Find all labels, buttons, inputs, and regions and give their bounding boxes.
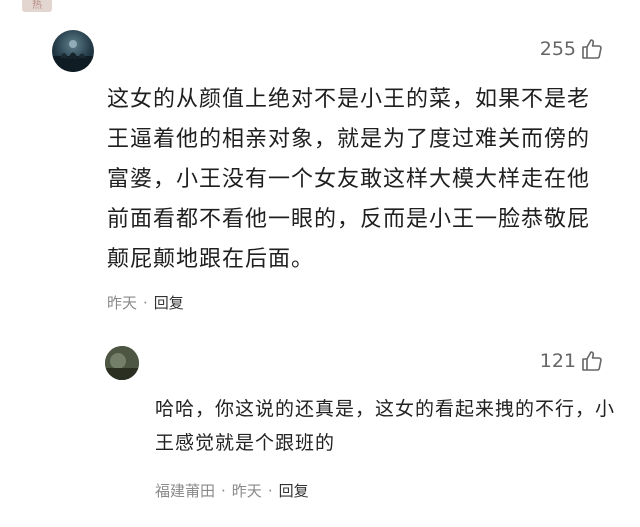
top-badge: 热 [22,0,52,12]
meta-separator: · [267,481,273,500]
reply-meta: 福建莆田 · 昨天 · 回复 [155,480,309,501]
like-count: 255 [539,38,576,60]
thumbs-up-icon [582,39,602,59]
meta-separator: · [143,293,148,312]
replier-avatar[interactable] [105,346,139,380]
reply-button[interactable]: 回复 [154,292,184,313]
avatar-image [105,346,139,380]
commenter-avatar[interactable] [52,30,94,72]
thumbs-up-icon [582,351,602,371]
reply-like-count: 121 [539,350,576,372]
avatar-image [52,40,94,72]
comment-time: 昨天 [107,294,138,312]
reply-time: 昨天 [231,482,262,500]
comment-meta: 昨天 · 回复 [107,292,184,313]
reply-reply-button[interactable]: 回复 [279,480,309,501]
meta-separator: · [221,481,226,500]
reply-location: 福建莆田 [155,482,216,500]
comment-body: 这女的从颜值上绝对不是小王的菜，如果不是老王逼着他的相亲对象，就是为了度过难关而… [107,87,591,272]
reply-like-button[interactable]: 121 [540,349,604,373]
reply-body: 哈哈，你这说的还真是，这女的看起来拽的不行，小王感觉就是个跟班的 [155,398,616,454]
like-button[interactable]: 255 [540,37,604,61]
